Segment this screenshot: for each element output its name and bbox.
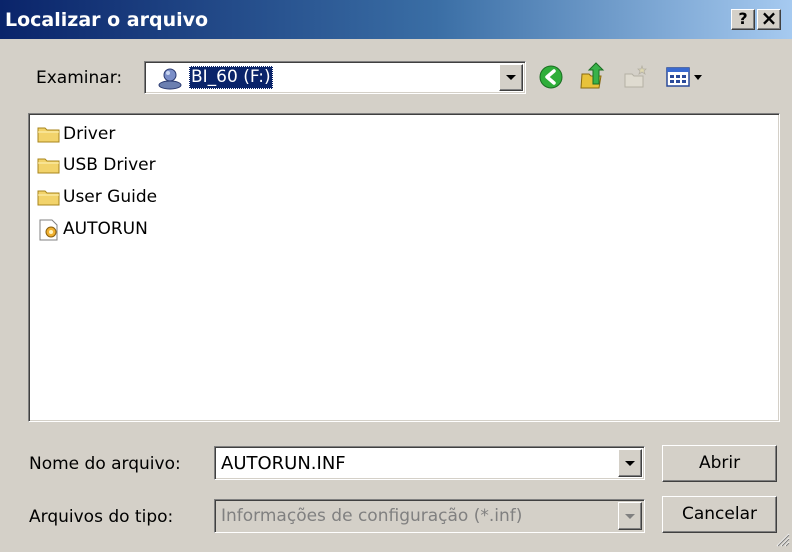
file-list[interactable]: Driver USB Driver User Guide AUTORUN — [28, 113, 780, 422]
look-in-value: BI_60 (F:) — [189, 66, 273, 89]
close-button[interactable]: × — [757, 8, 781, 30]
folder-icon — [37, 187, 61, 207]
list-item[interactable]: USB Driver — [37, 152, 156, 178]
chevron-down-icon — [625, 514, 635, 519]
cancel-button[interactable]: Cancelar — [662, 496, 777, 533]
look-in-dropdown[interactable]: BI_60 (F:) — [144, 61, 526, 94]
window-title: Localizar o arquivo — [5, 9, 209, 31]
list-item[interactable]: User Guide — [37, 184, 157, 210]
title-bar[interactable]: Localizar o arquivo ? × — [0, 0, 792, 39]
help-button[interactable]: ? — [731, 9, 755, 30]
list-item[interactable]: Driver — [37, 121, 115, 147]
resize-grip-icon[interactable] — [774, 531, 790, 547]
file-name: Driver — [63, 124, 116, 144]
filename-combobox[interactable]: AUTORUN.INF — [214, 446, 645, 480]
back-icon[interactable] — [538, 64, 564, 90]
file-name: User Guide — [63, 187, 158, 207]
setup-file-icon — [37, 219, 61, 241]
filename-label: Nome do arquivo: — [29, 454, 181, 474]
file-name: AUTORUN — [63, 219, 148, 239]
folder-icon — [37, 155, 61, 175]
new-folder-icon[interactable] — [623, 64, 649, 90]
look-in-dropdown-button[interactable] — [499, 64, 523, 91]
file-name: USB Driver — [63, 155, 156, 175]
chevron-down-icon — [506, 75, 516, 80]
open-button[interactable]: Abrir — [662, 445, 777, 482]
drive-icon — [157, 66, 183, 90]
view-menu-icon[interactable] — [666, 66, 706, 88]
list-item[interactable]: AUTORUN — [37, 216, 148, 242]
filename-input[interactable]: AUTORUN.INF — [221, 453, 346, 474]
look-in-label: Examinar: — [36, 68, 123, 88]
folder-icon — [37, 124, 61, 144]
up-folder-icon[interactable] — [579, 62, 607, 90]
file-dialog: Localizar o arquivo ? × Examinar: BI_60 … — [0, 0, 792, 549]
filetype-dropdown-button[interactable] — [618, 502, 642, 530]
chevron-down-icon — [625, 461, 635, 466]
filetype-combobox[interactable]: Informações de configuração (*.inf) — [214, 499, 645, 533]
filename-dropdown-button[interactable] — [618, 449, 642, 477]
filetype-value: Informações de configuração (*.inf) — [221, 506, 523, 526]
filetype-label: Arquivos do tipo: — [29, 507, 174, 527]
